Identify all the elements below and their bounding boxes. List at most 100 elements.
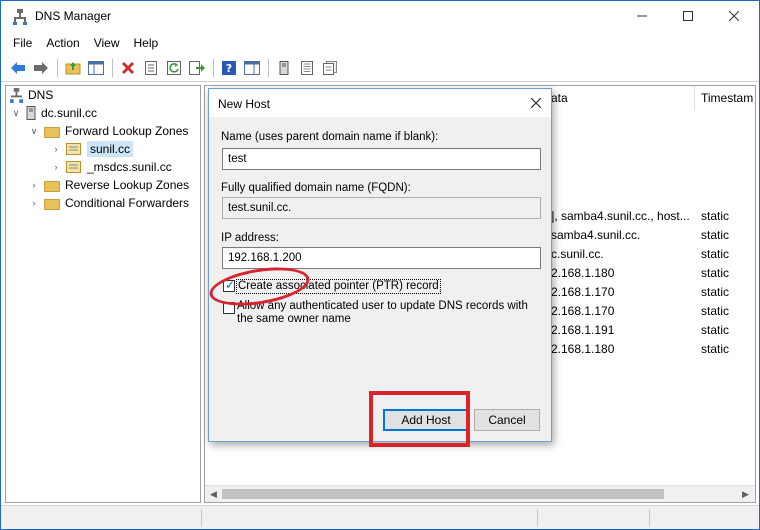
show-action-pane-button[interactable] [241,57,263,79]
minimize-button[interactable] [619,1,665,31]
menu-view[interactable]: View [87,36,127,50]
record-timestamp: static [701,228,730,242]
tree-item-reverse-lookup-zones[interactable]: › Reverse Lookup Zones [28,176,190,194]
maximize-button[interactable] [665,1,711,31]
server-icon [279,60,289,75]
close-icon [531,98,541,108]
record-data[interactable]: 2.168.1.170 [551,302,614,320]
record-timestamp: static [701,247,730,261]
title-bar[interactable]: DNS Manager [1,1,759,33]
close-icon [729,11,739,21]
back-arrow-icon [11,61,25,74]
tree-item-forward-lookup-zones[interactable]: ∨ Forward Lookup Zones [28,122,189,140]
chevron-down-icon[interactable]: ∨ [10,107,22,119]
export-list-button[interactable] [186,57,208,79]
menu-action[interactable]: Action [39,36,86,50]
forward-arrow-icon [34,61,48,74]
list-document-icon [301,60,313,75]
show-hide-tree-button[interactable] [85,57,107,79]
server-icon [26,106,36,120]
column-header-timestamp[interactable]: Timestam [695,86,755,110]
properties-icon [145,60,157,75]
chevron-right-icon[interactable]: › [50,143,62,155]
forward-button[interactable] [30,57,52,79]
menu-file[interactable]: File [1,36,39,50]
menu-help[interactable]: Help [127,36,166,50]
server-button[interactable] [273,57,295,79]
zone-icon [66,143,81,155]
refresh-button[interactable] [163,57,185,79]
chevron-right-icon[interactable]: › [50,161,62,173]
tree-label: Conditional Forwarders [65,196,190,210]
action-pane-icon [244,60,260,75]
tree-item-zone-sunil-cc[interactable]: › sunil.cc [50,140,134,158]
annotation-box [369,391,470,447]
chevron-right-icon[interactable]: › [28,179,40,191]
record-data[interactable]: 2.168.1.170 [551,283,614,301]
delete-button[interactable] [117,57,139,79]
console-tree[interactable]: DNS ∨ dc.sunil.cc ∨ Forward Lookup Zones… [5,85,201,503]
tree-label: Forward Lookup Zones [65,124,189,138]
tree-item-server[interactable]: ∨ dc.sunil.cc [10,104,97,122]
ip-address-input[interactable]: 192.168.1.200 [222,247,541,269]
record-data[interactable]: ], samba4.sunil.cc., host... [551,207,690,225]
refresh-icon [167,60,181,75]
status-bar [1,505,759,529]
status-divider [537,509,538,527]
record-data[interactable]: 2.168.1.180 [551,264,614,282]
toolbar-separator [213,58,214,77]
tree-item-conditional-forwarders[interactable]: › Conditional Forwarders [28,194,190,212]
dialog-close-button[interactable] [527,94,545,112]
records-button[interactable] [319,57,341,79]
new-host-dialog: New Host Name (uses parent domain name i… [208,88,552,442]
chevron-right-icon[interactable]: › [28,197,40,209]
chevron-down-icon[interactable]: ∨ [28,125,40,137]
host-name-input[interactable]: test [222,148,541,170]
horizontal-scrollbar[interactable]: ◀ ▶ [205,485,755,502]
properties-button[interactable] [140,57,162,79]
tree-item-zone-msdcs[interactable]: › _msdcs.sunil.cc [50,158,172,176]
column-header-data[interactable]: ata [545,86,695,110]
record-data[interactable]: 2.168.1.191 [551,321,614,339]
folder-icon [44,180,60,192]
record-timestamp: static [701,323,730,337]
ip-address-label: IP address: [221,232,279,244]
dns-manager-window: DNS Manager File Action View Help ? DNS … [0,0,760,530]
record-data[interactable]: samba4.sunil.cc. [551,226,640,244]
help-button[interactable]: ? [218,57,240,79]
toolbar-separator [57,58,58,77]
tree-label: Reverse Lookup Zones [65,178,190,192]
close-button[interactable] [711,1,757,31]
dns-manager-icon [13,9,27,25]
cancel-button[interactable]: Cancel [474,409,540,431]
status-divider [649,509,650,527]
zone-icon [66,161,81,173]
record-timestamp: static [701,304,730,318]
name-label: Name (uses parent domain name if blank): [221,131,439,143]
scroll-left-icon[interactable]: ◀ [210,489,217,500]
console-tree-icon [88,60,104,75]
scroll-right-icon[interactable]: ▶ [742,489,749,500]
record-data[interactable]: 2.168.1.180 [551,340,614,358]
delete-x-icon [122,61,134,74]
column-header-label: Timestam [701,91,754,105]
back-button[interactable] [7,57,29,79]
tree-item-dns[interactable]: DNS [10,86,53,104]
record-data[interactable]: c.sunil.cc. [551,245,604,263]
tree-label: _msdcs.sunil.cc [87,160,172,174]
fqdn-field: test.sunil.cc. [222,197,541,219]
scrollbar-thumb[interactable] [222,489,664,499]
tree-label: sunil.cc [87,141,134,157]
up-folder-button[interactable] [62,57,84,79]
dns-root-icon [10,87,23,103]
dialog-title-bar[interactable]: New Host [209,89,551,117]
folder-up-icon [65,61,81,74]
column-header-label: ata [551,91,568,105]
maximize-icon [683,11,693,21]
help-icon: ? [222,60,236,75]
authenticated-update-label[interactable]: Allow any authenticated user to update D… [237,300,537,326]
toolbar-separator [112,58,113,77]
record-timestamp: static [701,209,730,223]
folder-icon [44,198,60,210]
zone-list-button[interactable] [296,57,318,79]
